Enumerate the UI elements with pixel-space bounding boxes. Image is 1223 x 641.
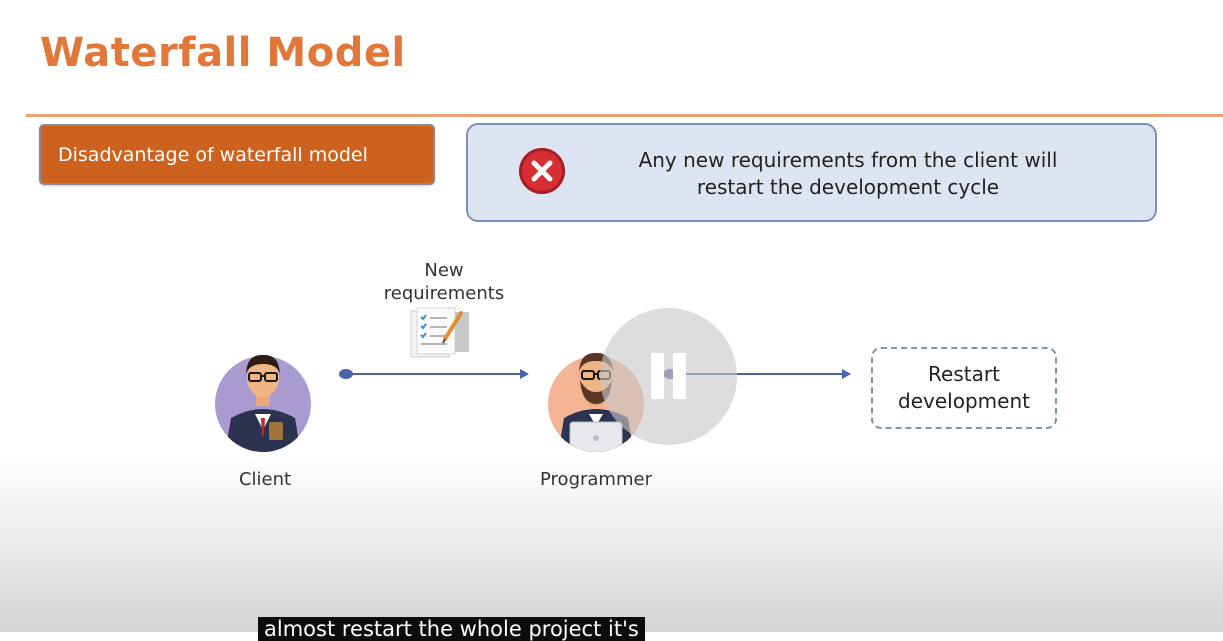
- callout-line-1: Any new requirements from the client wil…: [638, 148, 1058, 172]
- slide-title: Waterfall Model: [40, 30, 406, 76]
- programmer-label: Programmer: [540, 469, 652, 490]
- disadvantage-tag-label: Disadvantage of waterfall model: [58, 143, 368, 166]
- callout-line-2: restart the development cycle: [696, 175, 1000, 199]
- restart-development-box: Restart development: [871, 347, 1057, 429]
- x-circle-icon: [519, 148, 565, 194]
- requirements-document-icon: [410, 307, 469, 358]
- requirements-arrow: [339, 369, 529, 379]
- callout-message: Any new requirements from the client wil…: [578, 147, 1118, 201]
- arrow-label-new: New: [424, 260, 464, 281]
- client-label: Client: [238, 469, 292, 490]
- client-avatar: [215, 354, 311, 452]
- pause-icon-bar: [673, 353, 686, 399]
- disadvantage-callout: Any new requirements from the client wil…: [466, 123, 1157, 222]
- restart-line-2: development: [898, 389, 1030, 413]
- title-divider: [26, 114, 1223, 117]
- arrow-label-requirements: requirements: [383, 283, 505, 304]
- restart-line-1: Restart: [928, 362, 1000, 386]
- pause-icon: [651, 353, 664, 399]
- subtitle-caption: almost restart the whole project it's: [258, 617, 645, 641]
- disadvantage-tag: Disadvantage of waterfall model: [39, 124, 435, 185]
- pause-button[interactable]: [600, 308, 737, 445]
